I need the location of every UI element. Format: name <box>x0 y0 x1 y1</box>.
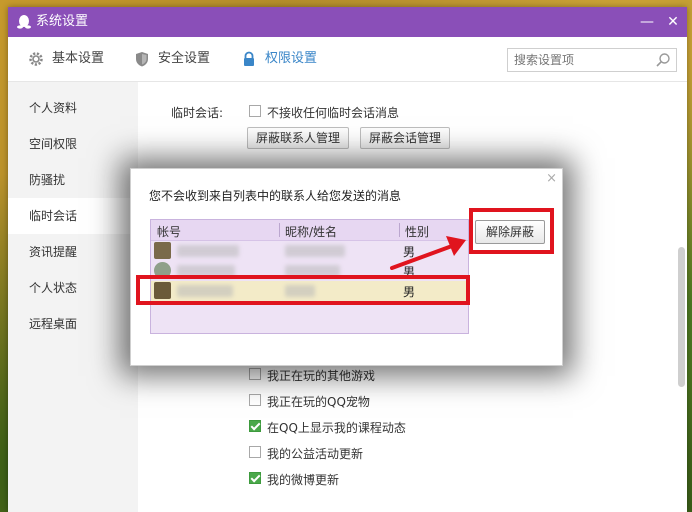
sidebar-item-anti-harassment[interactable]: 防骚扰 <box>8 162 138 198</box>
search-box <box>507 48 677 72</box>
unblock-button[interactable]: 解除屏蔽 <box>475 220 545 244</box>
gender-cell: 男 <box>403 245 416 259</box>
close-window-button[interactable]: ✕ <box>664 13 682 31</box>
sidebar: 个人资料 空间权限 防骚扰 临时会话 资讯提醒 个人状态 远程桌面 <box>8 82 138 512</box>
sidebar-item-temp-session[interactable]: 临时会话 <box>8 198 138 234</box>
dialog-message: 您不会收到来自列表中的联系人给您发送的消息 <box>149 189 402 203</box>
column-header-account[interactable]: 帐号 <box>157 223 181 240</box>
option-checkbox[interactable] <box>249 394 261 406</box>
blurred-nickname <box>285 245 345 257</box>
option-checkbox[interactable] <box>249 368 261 380</box>
qq-penguin-icon <box>17 15 31 29</box>
option-label: 在QQ上显示我的课程动态 <box>267 421 406 435</box>
watermark-url: jingyan.baidu.com <box>569 484 662 495</box>
option-checkbox[interactable] <box>249 420 261 432</box>
blocked-contacts-dialog: × 您不会收到来自列表中的联系人给您发送的消息 帐号 昵称/姓名 性别 男 男 <box>130 168 563 366</box>
avatar <box>154 262 171 279</box>
gear-icon <box>29 52 43 66</box>
blurred-account <box>177 265 235 277</box>
tab-security-settings[interactable]: 安全设置 <box>134 49 224 69</box>
column-header-gender[interactable]: 性别 <box>405 223 429 240</box>
tab-label: 权限设置 <box>265 51 318 66</box>
avatar <box>154 242 171 259</box>
option-checkbox[interactable] <box>249 446 261 458</box>
block-sessions-manage-button[interactable]: 屏蔽会话管理 <box>360 127 451 149</box>
option-label: 我正在玩的其他游戏 <box>267 369 376 383</box>
column-divider <box>399 223 400 237</box>
reject-temp-session-checkbox[interactable] <box>249 105 261 117</box>
column-divider <box>279 223 280 237</box>
block-contacts-manage-button[interactable]: 屏蔽联系人管理 <box>247 127 350 149</box>
reject-temp-session-label: 不接收任何临时会话消息 <box>267 106 400 120</box>
scrollbar[interactable] <box>675 82 687 512</box>
list-item-selected[interactable]: 男 <box>151 281 468 301</box>
option-checkbox[interactable] <box>249 472 261 484</box>
gender-cell: 男 <box>403 285 416 299</box>
lock-icon <box>244 51 254 66</box>
dialog-close-button[interactable]: × <box>546 171 557 186</box>
tab-bar: 基本设置 安全设置 权限设置 <box>8 37 687 82</box>
temp-session-label: 临时会话: <box>171 106 224 120</box>
minimize-button[interactable]: — <box>638 13 656 31</box>
shield-icon <box>136 52 148 67</box>
window-title: 系统设置 <box>36 14 89 29</box>
blocked-contacts-list: 帐号 昵称/姓名 性别 男 男 男 <box>150 219 469 334</box>
list-header: 帐号 昵称/姓名 性别 <box>151 220 468 241</box>
search-icon[interactable] <box>655 52 671 68</box>
option-label: 我正在玩的QQ宠物 <box>267 395 370 409</box>
scrollbar-thumb[interactable] <box>678 247 685 387</box>
sidebar-item-personal-status[interactable]: 个人状态 <box>8 270 138 306</box>
avatar <box>154 282 171 299</box>
title-bar: 系统设置 — ✕ <box>8 7 687 37</box>
blurred-nickname <box>285 285 315 297</box>
column-header-nickname[interactable]: 昵称/姓名 <box>285 223 337 240</box>
blurred-account <box>177 285 233 297</box>
blurred-account <box>177 245 239 257</box>
blurred-nickname <box>285 265 340 277</box>
tab-label: 安全设置 <box>158 51 211 66</box>
sidebar-item-news-reminder[interactable]: 资讯提醒 <box>8 234 138 270</box>
tab-label: 基本设置 <box>52 51 105 66</box>
list-item[interactable]: 男 <box>151 241 468 261</box>
option-label: 我的微博更新 <box>267 473 340 487</box>
list-item[interactable]: 男 <box>151 261 468 281</box>
option-label: 我的公益活动更新 <box>267 447 364 461</box>
tab-permission-settings[interactable]: 权限设置 <box>241 49 331 69</box>
search-input[interactable] <box>514 51 649 68</box>
sidebar-item-profile[interactable]: 个人资料 <box>8 90 138 126</box>
watermark: Bai du 经验 jingyan.baidu.com <box>492 454 662 500</box>
sidebar-item-space-permission[interactable]: 空间权限 <box>8 126 138 162</box>
gender-cell: 男 <box>403 265 416 279</box>
tab-basic-settings[interactable]: 基本设置 <box>28 49 118 69</box>
sidebar-item-remote-desktop[interactable]: 远程桌面 <box>8 306 138 342</box>
